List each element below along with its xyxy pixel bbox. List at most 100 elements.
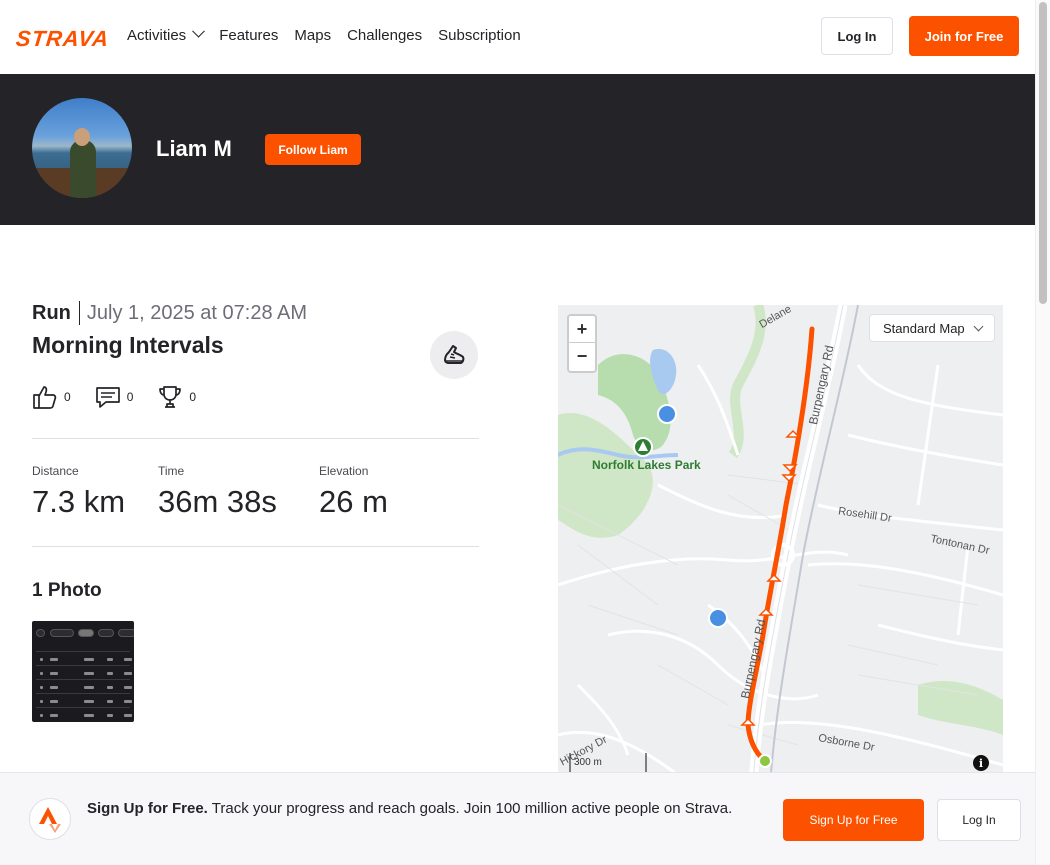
water-poi-marker[interactable]: [708, 608, 728, 628]
thumb-pill: [118, 629, 134, 637]
thumb-cell: [50, 700, 58, 703]
follow-button[interactable]: Follow Liam: [265, 134, 361, 165]
comments-button[interactable]: 0: [95, 385, 134, 409]
thumb-cell: [40, 686, 43, 689]
thumb-cell: [84, 658, 94, 661]
stat-label: Distance: [32, 464, 79, 478]
thumb-cell: [50, 714, 58, 717]
divider: [32, 438, 479, 439]
thumb-cell: [40, 658, 43, 661]
top-navigation: STRAVA Activities Features Maps Challeng…: [0, 0, 1035, 74]
thumb-cell: [50, 672, 58, 675]
park-area: [918, 680, 1003, 735]
thumb-cell: [107, 672, 113, 675]
zoom-out-button[interactable]: −: [569, 343, 595, 370]
thumb-row: [36, 707, 130, 708]
kudos-count: 0: [64, 390, 71, 404]
achievements-button[interactable]: 0: [157, 384, 196, 410]
trophy-icon: [159, 386, 182, 408]
login-button[interactable]: Log In: [821, 17, 893, 55]
strava-logo[interactable]: STRAVA: [15, 26, 111, 52]
thumb-cell: [124, 658, 132, 661]
thumb-cell: [40, 672, 43, 675]
nav-activities-label: Activities: [127, 26, 187, 44]
thumb-cell: [84, 714, 94, 717]
stat-value: 36m 38s: [158, 484, 277, 519]
athlete-name[interactable]: Liam M: [156, 136, 232, 162]
stat-distance: Distance 7.3 km: [32, 464, 158, 520]
social-counts: 0 0 0: [32, 384, 220, 410]
activity-date: July 1, 2025 at 07:28 AM: [86, 301, 308, 324]
stat-value: 26 m: [319, 484, 388, 519]
activity-title: Morning Intervals: [32, 332, 224, 358]
signup-body: Track your progress and reach goals. Joi…: [211, 800, 733, 817]
chevron-down-icon: [192, 24, 206, 38]
nav-activities[interactable]: Activities: [127, 24, 206, 46]
thumb-cell: [107, 714, 113, 717]
avatar-person: [70, 140, 96, 198]
thumb-row: [36, 693, 130, 694]
thumb-cell: [84, 686, 94, 689]
photo-thumbnail[interactable]: [32, 621, 134, 722]
nav-challenges[interactable]: Challenges: [347, 24, 422, 46]
kudos-button[interactable]: 0: [32, 384, 71, 410]
achievements-count: 0: [189, 390, 197, 404]
thumb-row: [36, 665, 130, 666]
stat-label: Time: [158, 464, 185, 478]
thumb-cell: [84, 672, 94, 675]
map-scale-label: 300 m: [574, 757, 602, 768]
join-button[interactable]: Join for Free: [909, 16, 1019, 56]
activity-type: Run: [32, 301, 80, 325]
thumb-cell: [84, 700, 94, 703]
scrollbar-thumb[interactable]: [1039, 2, 1047, 304]
water-poi-marker[interactable]: [657, 404, 677, 424]
profile-banner: Liam M Follow Liam: [0, 74, 1035, 225]
thumb-cell: [107, 658, 113, 661]
thumb-cell: [50, 686, 58, 689]
divider: [32, 546, 479, 547]
running-shoe-icon: [444, 345, 465, 364]
nav-maps[interactable]: Maps: [294, 24, 331, 46]
nav-subscription[interactable]: Subscription: [438, 24, 521, 46]
green-corridor: [728, 305, 766, 458]
thumb-cell: [40, 700, 43, 703]
thumb-cell: [107, 686, 113, 689]
map-zoom-controls: + −: [567, 314, 597, 373]
route-map[interactable]: Norfolk Lakes Park Burpengary Rd Burpeng…: [558, 305, 1003, 785]
strava-badge: [29, 798, 71, 840]
stat-elevation: Elevation 26 m: [319, 464, 480, 520]
thumb-pill: [36, 629, 45, 637]
stat-label: Elevation: [319, 464, 369, 478]
comment-icon: [95, 387, 120, 408]
thumb-row: [36, 651, 130, 652]
signup-text: Sign Up for Free. Track your progress an…: [87, 798, 757, 820]
comments-count: 0: [126, 390, 134, 404]
thumb-cell: [124, 672, 132, 675]
thumb-cell: [124, 714, 132, 717]
avatar[interactable]: [32, 98, 132, 198]
map-style-label: Standard Map: [883, 320, 965, 336]
signup-headline: Sign Up for Free.: [87, 800, 208, 817]
thumb-row: [36, 679, 130, 680]
chevron-down-icon: [973, 321, 984, 332]
zoom-in-button[interactable]: +: [569, 316, 595, 343]
thumb-cell: [50, 658, 58, 661]
activity-stats: Distance 7.3 km Time 36m 38s Elevation 2…: [32, 464, 480, 520]
photos-title: 1 Photo: [32, 580, 102, 601]
map-info-icon[interactable]: i: [973, 755, 989, 771]
stat-time: Time 36m 38s: [158, 464, 319, 520]
thumb-pill: [50, 629, 74, 637]
thumbs-up-icon: [33, 386, 57, 409]
map-style-select[interactable]: Standard Map: [869, 314, 995, 342]
signup-login-button[interactable]: Log In: [937, 799, 1021, 841]
signup-button[interactable]: Sign Up for Free: [783, 799, 924, 841]
thumb-cell: [124, 700, 132, 703]
sport-badge: [430, 331, 478, 379]
thumb-cell: [107, 700, 113, 703]
thumb-pill: [78, 629, 94, 637]
map-label-park: Norfolk Lakes Park: [592, 458, 701, 472]
nav-features[interactable]: Features: [219, 24, 278, 46]
stat-value: 7.3 km: [32, 484, 126, 519]
activity-page: STRAVA Activities Features Maps Challeng…: [0, 0, 1050, 865]
route-start-marker[interactable]: [758, 754, 772, 768]
